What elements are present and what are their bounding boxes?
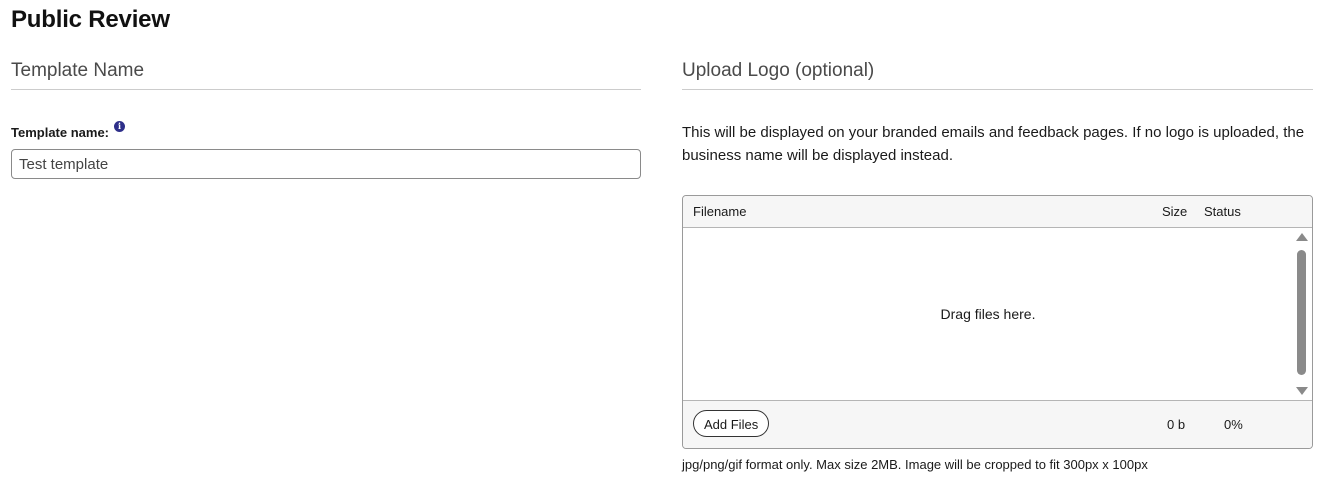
scroll-thumb[interactable]	[1297, 250, 1306, 375]
add-files-button[interactable]: Add Files	[693, 410, 770, 437]
file-uploader: Filename Size Status Drag files here. Ad…	[682, 195, 1313, 449]
scroll-up-arrow-icon[interactable]	[1296, 233, 1308, 241]
template-name-heading: Template Name	[11, 60, 641, 90]
dropzone-scrollbar[interactable]	[1295, 233, 1308, 395]
scroll-down-arrow-icon[interactable]	[1296, 387, 1308, 395]
template-name-input[interactable]	[11, 149, 641, 179]
dropzone-text: Drag files here.	[940, 306, 1036, 322]
upload-logo-heading: Upload Logo (optional)	[682, 60, 1313, 90]
total-size: 0 b	[1167, 417, 1186, 432]
template-name-label-row: Template name: i	[11, 121, 126, 140]
column-filename: Filename	[693, 204, 747, 219]
uploader-header: Filename Size Status	[683, 196, 1312, 228]
file-dropzone[interactable]: Drag files here.	[683, 228, 1312, 401]
upload-logo-description: This will be displayed on your branded e…	[682, 124, 1305, 164]
public-review-page: Public Review Template Name Template nam…	[0, 0, 1320, 480]
upload-format-note: jpg/png/gif format only. Max size 2MB. I…	[682, 457, 1148, 472]
info-icon[interactable]: i	[114, 121, 126, 132]
page-title: Public Review	[11, 6, 170, 33]
template-name-label: Template name:	[11, 125, 110, 140]
uploader-footer: Add Files 0 b 0%	[683, 401, 1312, 448]
column-size: Size	[1162, 204, 1188, 219]
column-status: Status	[1204, 204, 1241, 219]
total-status: 0%	[1224, 417, 1243, 432]
